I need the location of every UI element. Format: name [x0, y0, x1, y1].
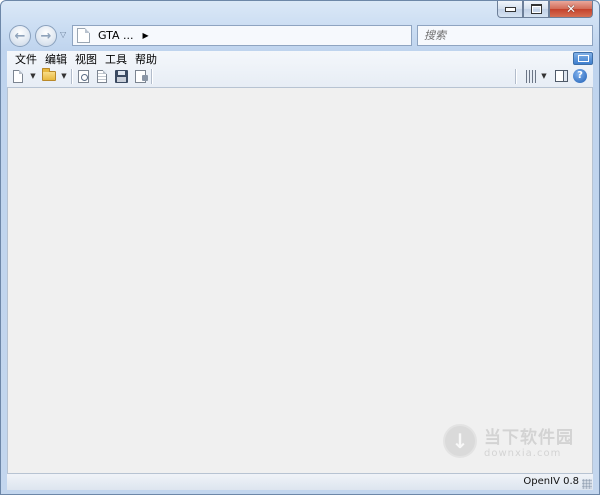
- close-icon: ✕: [565, 2, 577, 16]
- download-arrow-icon: ↓: [443, 424, 477, 458]
- save-icon: [114, 69, 128, 83]
- help-icon: ?: [573, 69, 587, 83]
- caption-buttons: ✕: [497, 1, 593, 19]
- help-button[interactable]: ?: [572, 68, 588, 84]
- toolbar-separator: [71, 69, 73, 84]
- open-dropdown[interactable]: ▼: [60, 72, 68, 80]
- preview-pane-icon: [554, 70, 568, 82]
- navigation-bar: ← → ▽ GTA ... ▶: [8, 24, 593, 50]
- view-mode-button[interactable]: [523, 68, 539, 84]
- arrow-left-icon: ←: [14, 28, 26, 44]
- find-icon: [77, 69, 89, 83]
- minimize-button[interactable]: [497, 1, 523, 18]
- file-list-area[interactable]: ↓ 当下软件园 downxia.com: [7, 88, 593, 474]
- folder-document-icon: [77, 28, 90, 43]
- menu-help[interactable]: 帮助: [131, 53, 161, 67]
- minimize-icon: [504, 6, 516, 12]
- menu-tools[interactable]: 工具: [101, 53, 131, 67]
- address-breadcrumb[interactable]: GTA ...: [98, 29, 134, 42]
- search-box[interactable]: [417, 25, 593, 46]
- close-button[interactable]: ✕: [549, 1, 593, 18]
- back-button[interactable]: ←: [9, 25, 31, 47]
- resize-grip[interactable]: [582, 479, 592, 489]
- menu-file[interactable]: 文件: [11, 53, 41, 67]
- recent-pages-dropdown[interactable]: ▽: [60, 30, 70, 40]
- view-mode-dropdown[interactable]: ▼: [540, 72, 548, 80]
- toolbar: ▼ ▼ ▼ ?: [10, 68, 593, 86]
- watermark-site-en: downxia.com: [484, 448, 562, 459]
- search-input[interactable]: [418, 26, 592, 45]
- app-window: ✕ ← → ▽ GTA ... ▶ 文件 编辑 视图 工具 帮助 ▼ ▼: [0, 0, 600, 495]
- menu-edit[interactable]: 编辑: [41, 53, 71, 67]
- arrow-right-icon: →: [40, 28, 52, 44]
- save-button[interactable]: [113, 68, 129, 84]
- forward-button[interactable]: →: [35, 25, 57, 47]
- address-bar[interactable]: GTA ... ▶: [72, 25, 412, 46]
- toggle-layout-button[interactable]: [573, 52, 593, 65]
- new-document-icon: [13, 69, 23, 83]
- status-bar: OpenIV 0.8: [7, 473, 593, 490]
- document-icon: [97, 69, 107, 83]
- toolbar-separator: [151, 69, 153, 84]
- chevron-down-icon: ▽: [60, 30, 67, 39]
- columns-icon: [526, 69, 536, 83]
- menu-view[interactable]: 视图: [71, 53, 101, 67]
- find-button[interactable]: [75, 68, 91, 84]
- properties-button[interactable]: [94, 68, 110, 84]
- breadcrumb-chevron-icon[interactable]: ▶: [143, 31, 149, 40]
- watermark-text: 当下软件园 downxia.com: [484, 423, 574, 459]
- version-label: OpenIV 0.8: [523, 476, 579, 487]
- open-folder-icon: [42, 68, 56, 81]
- window-layout-icon: [577, 55, 589, 62]
- new-dropdown[interactable]: ▼: [29, 72, 37, 80]
- menu-bar: 文件 编辑 视图 工具 帮助: [11, 53, 161, 67]
- open-button[interactable]: [41, 68, 57, 84]
- menu-toolbar-area: 文件 编辑 视图 工具 帮助 ▼ ▼ ▼ ?: [7, 51, 593, 88]
- watermark: ↓ 当下软件园 downxia.com: [443, 423, 574, 459]
- export-button[interactable]: [132, 68, 148, 84]
- maximize-button[interactable]: [523, 1, 549, 18]
- preview-pane-button[interactable]: [553, 68, 569, 84]
- toolbar-separator: [515, 69, 517, 84]
- export-icon: [134, 69, 148, 83]
- maximize-icon: [530, 4, 542, 14]
- new-button[interactable]: [10, 68, 26, 84]
- watermark-site-cn: 当下软件园: [484, 428, 574, 448]
